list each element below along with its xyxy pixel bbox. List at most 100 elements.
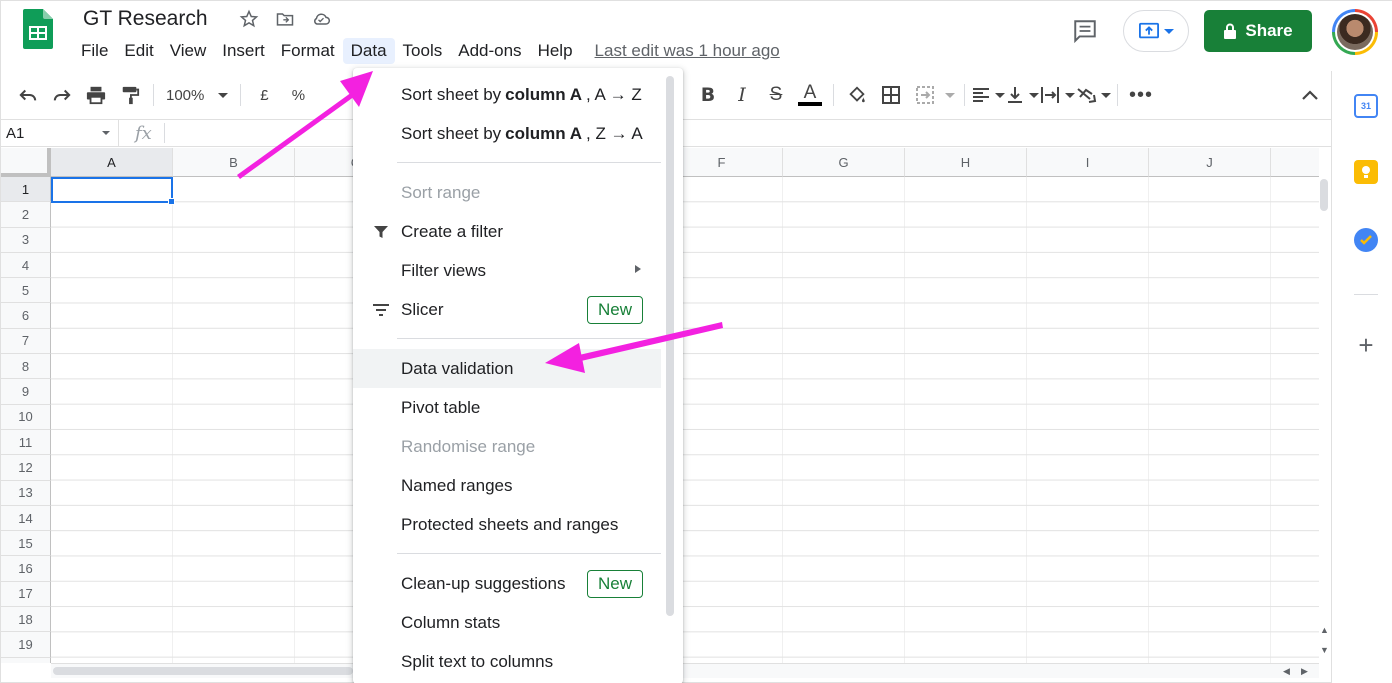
tasks-icon[interactable] (1354, 228, 1378, 252)
more-icon[interactable]: ••• (1124, 79, 1158, 111)
star-icon[interactable] (237, 7, 261, 31)
scroll-up-arrow[interactable]: ▲ (1320, 625, 1329, 635)
row-header[interactable]: 13 (1, 480, 51, 506)
text-wrap-icon[interactable] (1039, 79, 1075, 111)
menu-item-sort-za[interactable]: Sort sheet by column A, Z → A (353, 114, 661, 153)
menu-item-split-text[interactable]: Split text to columns (353, 642, 661, 681)
row-header[interactable]: 11 (1, 429, 51, 456)
menu-edit[interactable]: Edit (116, 38, 161, 64)
currency-format-button[interactable]: £ (247, 79, 281, 111)
column-header[interactable]: J (1149, 148, 1271, 177)
last-edit-link[interactable]: Last edit was 1 hour ago (595, 41, 780, 61)
menu-item-pivot-table[interactable]: Pivot table (353, 388, 661, 427)
scroll-down-arrow[interactable]: ▼ (1320, 645, 1329, 655)
menu-file[interactable]: File (73, 38, 116, 64)
horizontal-scrollbar[interactable]: ◀ ▶ (51, 663, 1319, 678)
collapse-toolbar-icon[interactable] (1293, 79, 1327, 111)
row-header[interactable]: 20 (1, 657, 51, 663)
avatar[interactable] (1332, 9, 1378, 55)
keep-icon[interactable] (1354, 160, 1378, 184)
row-header[interactable]: 15 (1, 531, 51, 557)
scroll-left-arrow[interactable]: ◀ (1283, 666, 1290, 677)
borders-icon[interactable] (874, 79, 908, 111)
present-button[interactable] (1123, 10, 1189, 52)
column-header[interactable]: G (783, 148, 905, 177)
column-header[interactable]: I (1027, 148, 1149, 177)
cells-area[interactable] (51, 177, 1319, 663)
menu-item-filter-views[interactable]: Filter views (353, 251, 661, 290)
vertical-scrollbar[interactable]: ▲ ▼ (1317, 177, 1331, 663)
new-badge: New (586, 296, 643, 324)
menu-data[interactable]: Data (342, 38, 395, 64)
zoom-select[interactable]: 100% (160, 79, 234, 111)
row-header[interactable]: 19 (1, 632, 51, 658)
sheets-logo-icon[interactable] (23, 9, 53, 49)
row-header[interactable]: 16 (1, 556, 51, 582)
menu-item-column-stats[interactable]: Column stats (353, 603, 661, 642)
calendar-icon[interactable]: 31 (1354, 94, 1378, 118)
row-header[interactable]: 6 (1, 303, 51, 329)
row-header[interactable]: 9 (1, 379, 51, 405)
print-icon[interactable] (79, 79, 113, 111)
menu-item-create-filter[interactable]: Create a filter (353, 212, 661, 251)
menu-item-data-validation[interactable]: Data validation (353, 349, 661, 388)
menu-item-protected-sheets[interactable]: Protected sheets and ranges (353, 505, 661, 544)
fill-handle[interactable] (168, 198, 175, 205)
horizontal-align-icon[interactable] (971, 79, 1005, 111)
italic-icon[interactable]: I (725, 79, 759, 111)
select-all-corner[interactable] (1, 148, 51, 177)
name-box[interactable]: A1 (1, 120, 119, 146)
text-rotation-icon[interactable] (1075, 79, 1111, 111)
menu-scrollbar[interactable] (666, 76, 674, 616)
formula-input[interactable] (165, 120, 1331, 146)
row-header[interactable]: 3 (1, 227, 51, 253)
column-header[interactable]: H (905, 148, 1027, 177)
merge-cells-icon[interactable] (908, 79, 942, 111)
row-header[interactable]: 12 (1, 455, 51, 481)
menu-insert[interactable]: Insert (214, 38, 273, 64)
bold-icon[interactable]: B (691, 79, 725, 111)
strikethrough-icon[interactable]: S (759, 79, 793, 111)
chevron-down-icon (102, 131, 110, 135)
selected-cell[interactable] (51, 177, 173, 203)
menu-item-slicer[interactable]: Slicer New (353, 290, 661, 329)
text-color-icon[interactable]: A (793, 79, 827, 111)
row-header[interactable]: 10 (1, 404, 51, 430)
undo-icon[interactable] (11, 79, 45, 111)
row-header[interactable]: 1 (1, 177, 51, 203)
document-title[interactable]: GT Research (83, 7, 208, 31)
column-header[interactable]: K (1271, 148, 1319, 177)
menu-item-sort-az[interactable]: Sort sheet by column A, A → Z (353, 75, 661, 114)
percent-format-button[interactable]: % (281, 79, 315, 111)
row-header[interactable]: 2 (1, 202, 51, 228)
comments-icon[interactable] (1069, 15, 1101, 47)
menu-item-cleanup-suggestions[interactable]: Clean-up suggestions New (353, 564, 661, 603)
menu-item-named-ranges[interactable]: Named ranges (353, 466, 661, 505)
column-header[interactable]: B (173, 148, 295, 177)
scroll-right-arrow[interactable]: ▶ (1301, 666, 1308, 677)
paint-format-icon[interactable] (113, 79, 147, 111)
menu-tools[interactable]: Tools (395, 38, 451, 64)
row-header[interactable]: 17 (1, 581, 51, 608)
chevron-down-icon[interactable] (942, 79, 958, 111)
menu-view[interactable]: View (162, 38, 215, 64)
row-header[interactable]: 8 (1, 354, 51, 380)
row-header[interactable]: 14 (1, 505, 51, 532)
row-header[interactable]: 18 (1, 607, 51, 633)
share-button[interactable]: Share (1204, 10, 1312, 52)
cloud-saved-icon[interactable] (309, 7, 333, 31)
row-header[interactable]: 7 (1, 328, 51, 355)
move-to-folder-icon[interactable] (273, 7, 297, 31)
vertical-align-icon[interactable] (1005, 79, 1039, 111)
menu-format[interactable]: Format (273, 38, 343, 64)
add-addon-icon[interactable]: + (1354, 330, 1378, 360)
vertical-scroll-thumb[interactable] (1320, 179, 1328, 211)
menu-addons[interactable]: Add-ons (450, 38, 529, 64)
redo-icon[interactable] (45, 79, 79, 111)
row-header[interactable]: 5 (1, 278, 51, 304)
row-header[interactable]: 4 (1, 252, 51, 279)
horizontal-scroll-thumb[interactable] (53, 667, 353, 675)
column-header[interactable]: A (51, 148, 173, 177)
menu-help[interactable]: Help (530, 38, 581, 64)
fill-color-icon[interactable] (840, 79, 874, 111)
